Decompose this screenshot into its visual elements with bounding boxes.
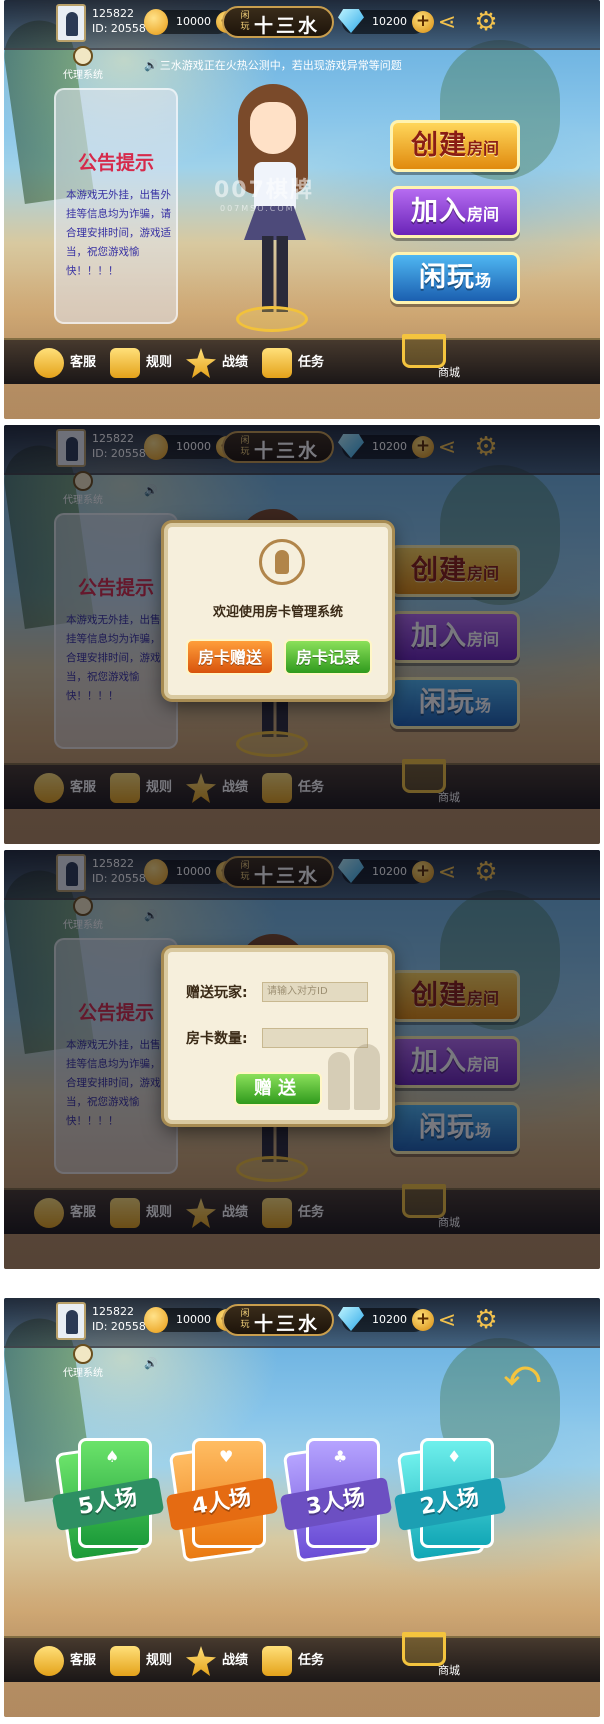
game-title: 十三水: [254, 15, 321, 37]
add-gems-button[interactable]: +: [412, 1309, 434, 1331]
mode-4-players-button[interactable]: ♥ 4人场: [165, 1438, 279, 1564]
diamond-icon: [338, 9, 364, 33]
agent-system-button[interactable]: 代理系统: [58, 1344, 108, 1379]
watermark: 007棋牌 007MSO.COM: [214, 178, 314, 213]
star-icon: [186, 348, 216, 378]
bottom-bar: 客服 规则 战绩 任务: [4, 338, 600, 384]
agent-icon: [73, 46, 93, 66]
task-check-icon: [262, 348, 292, 378]
coin-icon: [144, 9, 168, 35]
mode-5-players-button[interactable]: ♠ 5人场: [51, 1438, 165, 1564]
user-number: 125822: [92, 7, 134, 20]
notice-ticker: 🔊 三水游戏正在火热公测中，若出现游戏异常等问题: [144, 56, 434, 76]
card-count-label: 房卡数量:: [186, 1031, 248, 1047]
customer-service-button[interactable]: 客服: [34, 348, 96, 378]
agent-label: 代理系统: [63, 70, 103, 81]
records-button[interactable]: 战绩: [186, 348, 248, 378]
mode-2-players-button[interactable]: ♦ 2人场: [393, 1438, 507, 1564]
coin-counter: 10000 +: [144, 9, 238, 35]
mode-3-players-button[interactable]: ♣ 3人场: [279, 1438, 393, 1564]
tasks-button[interactable]: 任务: [262, 1646, 324, 1676]
player-id-input[interactable]: 请输入对方ID: [262, 982, 368, 1002]
speaker-icon: 🔊: [144, 1357, 158, 1370]
user-id: ID: 20558: [92, 22, 146, 35]
diamond-suit-icon: ♦: [447, 1447, 462, 1466]
announcement-text: 本游戏无外挂，出售外挂等信息均为诈骗，请合理安排时间，游戏适当，祝您游戏愉快！！…: [66, 189, 171, 277]
top-bar: 125822 ID: 20558 10000 + 闲玩 十三水 10200 + …: [4, 0, 600, 50]
room-card-modal: 欢迎使用房卡管理系统 房卡赠送 房卡记录: [164, 523, 392, 699]
service-icon: [34, 1646, 64, 1676]
share-icon[interactable]: ⋖: [434, 1308, 460, 1334]
mode-select-screen: 125822ID: 20558 10000+ 闲玩十三水 10200+ ⋖ ⚙ …: [4, 1298, 600, 1717]
agent-icon: [73, 1344, 93, 1364]
send-gift-button[interactable]: 赠送: [234, 1072, 322, 1106]
speaker-icon: 🔊: [144, 59, 158, 72]
task-check-icon: [262, 1646, 292, 1676]
room-card-screen: 125822ID: 20558 10000+ 闲玩十三水 10200+ ⋖ ⚙ …: [4, 425, 600, 844]
diamond-icon: [338, 1307, 364, 1331]
announcement-title: 公告提示: [77, 152, 154, 174]
add-gems-button[interactable]: +: [412, 11, 434, 33]
club-icon: ♣: [333, 1447, 348, 1466]
shop-button[interactable]: 商城: [402, 334, 468, 384]
agent-system-button[interactable]: 代理系统: [58, 46, 108, 81]
announcement-board: 公告提示 本游戏无外挂，出售外挂等信息均为诈骗，请合理安排时间，游戏适当，祝您游…: [54, 88, 178, 324]
tasks-button[interactable]: 任务: [262, 348, 324, 378]
notice-text: 三水游戏正在火热公测中，若出现游戏异常等问题: [159, 59, 402, 72]
service-icon: [34, 348, 64, 378]
rules-button[interactable]: 规则: [110, 348, 172, 378]
game-title-badge: 闲玩 十三水: [222, 6, 334, 38]
game-title-badge: 闲玩十三水: [222, 1304, 334, 1336]
game-title-small: 闲玩: [240, 11, 250, 32]
cart-icon: [402, 334, 446, 368]
players-icon: [324, 1044, 384, 1112]
gift-card-screen: 125822ID: 20558 10000+ 闲玩十三水 10200+ ⋖ ⚙ …: [4, 850, 600, 1269]
gear-icon[interactable]: ⚙: [472, 8, 500, 36]
user-info: 125822 ID: 20558: [92, 6, 146, 36]
casual-mode-button[interactable]: 闲玩场: [390, 252, 520, 304]
coin-counter: 10000+: [144, 1307, 238, 1333]
modal-welcome-text: 欢迎使用房卡管理系统: [212, 605, 343, 620]
avatar[interactable]: [56, 4, 86, 42]
coin-value: 10000: [176, 15, 211, 28]
player-label: 赠送玩家:: [186, 985, 248, 1001]
share-icon[interactable]: ⋖: [434, 10, 460, 36]
gem-value: 10200: [372, 15, 407, 28]
spade-icon: ♠: [105, 1447, 120, 1466]
shop-button[interactable]: 商城: [402, 1632, 468, 1682]
rules-icon: [110, 1646, 140, 1676]
gift-card-modal: 赠送玩家: 请输入对方ID 房卡数量: 赠送: [164, 948, 392, 1124]
rules-button[interactable]: 规则: [110, 1646, 172, 1676]
character-pedestal: [236, 306, 308, 332]
coin-icon: [144, 1307, 168, 1333]
gear-icon[interactable]: ⚙: [472, 1306, 500, 1334]
cart-icon: [402, 1632, 446, 1666]
lobby-screen: 125822 ID: 20558 10000 + 闲玩 十三水 10200 + …: [4, 0, 600, 419]
create-room-button[interactable]: 创建房间: [390, 120, 520, 172]
room-card-log-button[interactable]: 房卡记录: [284, 639, 372, 675]
rules-icon: [110, 348, 140, 378]
user-silhouette-icon: [259, 539, 305, 585]
notice-ticker: 🔊: [144, 1354, 434, 1374]
customer-service-button[interactable]: 客服: [34, 1646, 96, 1676]
avatar[interactable]: [56, 1302, 86, 1340]
join-room-button[interactable]: 加入房间: [390, 186, 520, 238]
gift-room-card-button[interactable]: 房卡赠送: [186, 639, 274, 675]
star-icon: [186, 1646, 216, 1676]
records-button[interactable]: 战绩: [186, 1646, 248, 1676]
back-arrow-icon[interactable]: ⤺: [502, 1356, 542, 1392]
gem-counter: 10200+: [338, 1307, 434, 1332]
gem-counter: 10200 +: [338, 9, 434, 34]
heart-icon: ♥: [219, 1447, 234, 1466]
